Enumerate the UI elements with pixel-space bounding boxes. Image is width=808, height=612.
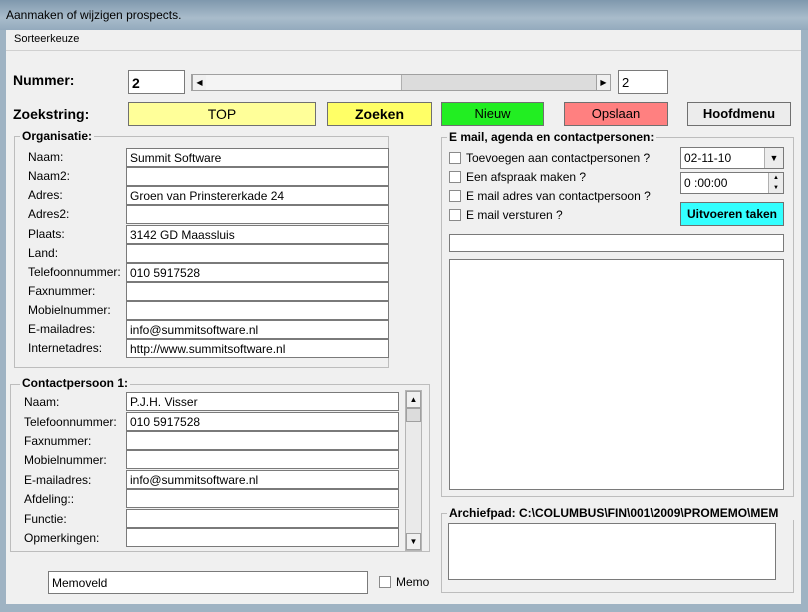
search-label: Zoekstring: — [13, 106, 90, 122]
time-value: 0 :00:00 — [684, 176, 728, 190]
org-field-input[interactable]: http://www.summitsoftware.nl — [126, 339, 389, 358]
memo-checkbox-label: Memo — [396, 575, 430, 589]
check-send-email[interactable] — [449, 209, 461, 221]
contact-scroll-thumb[interactable] — [406, 408, 421, 422]
contact-field-input[interactable] — [126, 528, 399, 547]
org-field-input[interactable]: 010 5917528 — [126, 263, 389, 282]
check-email-contact[interactable] — [449, 190, 461, 202]
email-title: E mail, agenda en contactpersonen: — [447, 130, 657, 144]
contact-field-label: Functie: — [24, 512, 67, 526]
contact-field-input[interactable]: P.J.H. Visser — [126, 392, 399, 411]
search-input[interactable]: TOP — [128, 102, 316, 126]
org-field-label: Internetadres: — [28, 341, 103, 355]
window-title: Aanmaken of wijzigen prospects. — [6, 8, 182, 22]
contact-field-input[interactable] — [126, 509, 399, 528]
number-scrollbar[interactable]: ◀ ▶ — [191, 74, 611, 91]
email-body-area[interactable] — [449, 259, 784, 490]
org-field-label: Naam: — [28, 150, 64, 164]
menu-bar: Sorteerkeuze — [6, 30, 801, 51]
contact-field-input[interactable] — [126, 489, 399, 508]
check-email-contact-label: E mail adres van contactpersoon ? — [466, 189, 651, 203]
save-button[interactable]: Opslaan — [564, 102, 668, 126]
email-subject-field[interactable] — [449, 234, 784, 252]
check-send-email-label: E mail versturen ? — [466, 208, 563, 222]
memo-checkbox[interactable] — [379, 576, 391, 588]
number-right-field[interactable]: 2 — [618, 70, 668, 94]
org-field-label: Land: — [28, 246, 59, 260]
org-field-label: Faxnummer: — [28, 284, 96, 298]
org-field-input[interactable]: 3142 GD Maassluis — [126, 225, 389, 244]
org-field-input[interactable]: Groen van Prinstererkade 24 — [126, 186, 389, 205]
dropdown-arrow-icon[interactable]: ▼ — [764, 148, 783, 168]
contact-field-label: E-mailadres: — [24, 473, 92, 487]
contact-field-label: Telefoonnummer: — [24, 415, 117, 429]
org-field-label: E-mailadres: — [28, 322, 96, 336]
memo-field[interactable]: Memoveld — [48, 571, 368, 594]
menu-sort[interactable]: Sorteerkeuze — [14, 33, 79, 45]
window-client: Sorteerkeuze Nummer: 2 ◀ ▶ 2 Zoekstring:… — [6, 30, 801, 604]
org-field-label: Adres2: — [28, 207, 70, 221]
new-button[interactable]: Nieuw — [441, 102, 544, 126]
archive-path-label: Archiefpad: C:\COLUMBUS\FIN\001\2009\PRO… — [447, 506, 797, 520]
org-field-input[interactable]: info@summitsoftware.nl — [126, 320, 389, 339]
org-field-label: Adres: — [28, 188, 63, 202]
check-add-contacts-label: Toevoegen aan contactpersonen ? — [466, 151, 651, 165]
org-field-input[interactable] — [126, 301, 389, 320]
run-tasks-button[interactable]: Uitvoeren taken — [680, 202, 784, 226]
contact-field-input[interactable] — [126, 431, 399, 450]
scroll-track-left — [206, 75, 402, 90]
contact-field-label: Faxnummer: — [24, 434, 92, 448]
org-field-input[interactable] — [126, 167, 389, 186]
contact-field-input[interactable] — [126, 450, 399, 469]
org-field-label: Mobielnummer: — [28, 303, 111, 317]
org-field-input[interactable]: Summit Software — [126, 148, 389, 167]
scroll-up-icon[interactable]: ▲ — [406, 391, 421, 408]
org-field-label: Plaats: — [28, 227, 65, 241]
date-picker[interactable]: 02-11-10 ▼ — [680, 147, 784, 169]
time-field[interactable]: 0 :00:00 ▲ ▼ — [680, 172, 784, 194]
org-field-label: Telefoonnummer: — [28, 265, 121, 279]
contact-scrollbar[interactable]: ▲ ▼ — [405, 390, 422, 551]
check-add-contacts[interactable] — [449, 152, 461, 164]
date-value: 02-11-10 — [684, 151, 732, 165]
scroll-thumb[interactable] — [402, 75, 596, 90]
number-field[interactable]: 2 — [128, 70, 185, 94]
title-bar: Aanmaken of wijzigen prospects. — [0, 0, 808, 30]
organisation-title: Organisatie: — [20, 129, 95, 143]
contact-field-input[interactable]: info@summitsoftware.nl — [126, 470, 399, 489]
contact-field-label: Afdeling:: — [24, 492, 75, 506]
contact-field-label: Opmerkingen: — [24, 531, 100, 545]
org-field-input[interactable] — [126, 244, 389, 263]
scroll-right-icon[interactable]: ▶ — [596, 74, 611, 91]
contact-field-input[interactable]: 010 5917528 — [126, 412, 399, 431]
scroll-down-icon[interactable]: ▼ — [406, 533, 421, 550]
check-appointment-label: Een afspraak maken ? — [466, 170, 587, 184]
archive-area[interactable] — [448, 523, 776, 580]
org-field-input[interactable] — [126, 282, 389, 301]
contact-field-label: Mobielnummer: — [24, 453, 107, 467]
contact-title: Contactpersoon 1: — [20, 376, 131, 390]
spin-down-icon[interactable]: ▼ — [768, 183, 783, 193]
number-label: Nummer: — [13, 72, 75, 88]
org-field-label: Naam2: — [28, 169, 71, 183]
scroll-left-icon[interactable]: ◀ — [192, 74, 207, 91]
main-menu-button[interactable]: Hoofdmenu — [687, 102, 791, 126]
search-button[interactable]: Zoeken — [327, 102, 432, 126]
org-field-input[interactable] — [126, 205, 389, 224]
contact-field-label: Naam: — [24, 395, 60, 409]
check-appointment[interactable] — [449, 171, 461, 183]
